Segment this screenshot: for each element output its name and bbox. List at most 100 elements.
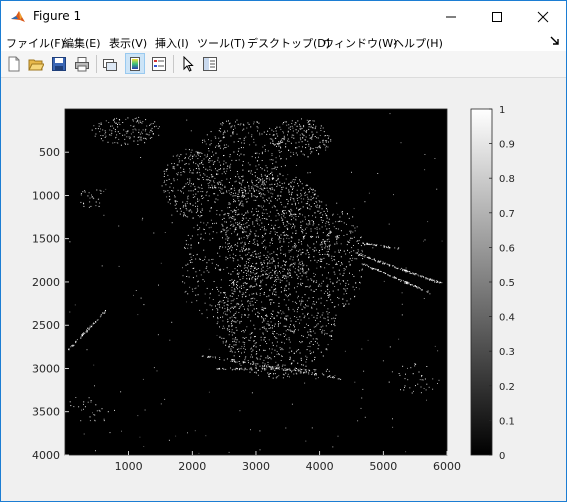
open-file-button[interactable] bbox=[26, 53, 46, 74]
edge-pixel bbox=[262, 197, 264, 199]
menu-tools[interactable]: ツール(T) bbox=[197, 35, 245, 51]
edge-pixel bbox=[238, 272, 240, 274]
link-plot-button[interactable] bbox=[100, 53, 120, 74]
edge-pixel bbox=[293, 262, 295, 264]
edge-pixel bbox=[243, 142, 245, 144]
edge-pixel bbox=[192, 194, 194, 196]
edge-pixel bbox=[243, 369, 245, 371]
colorbar-tick-label: 1 bbox=[499, 105, 505, 116]
edge-pixel bbox=[291, 123, 293, 124]
edge-pixel bbox=[177, 189, 179, 191]
menu-window[interactable]: ウィンドウ(W) bbox=[323, 35, 397, 51]
edge-pixel bbox=[253, 239, 255, 241]
edge-pixel bbox=[240, 367, 242, 369]
edge-pixel bbox=[165, 169, 167, 170]
save-button[interactable] bbox=[49, 53, 69, 74]
edge-pixel bbox=[290, 240, 292, 242]
edge-pixel bbox=[187, 247, 189, 249]
edge-pixel bbox=[288, 223, 290, 225]
edge-pixel bbox=[227, 307, 228, 309]
menu-view[interactable]: 表示(V) bbox=[109, 35, 147, 51]
edge-pixel bbox=[290, 186, 292, 188]
edge-pixel bbox=[257, 223, 259, 225]
edge-pixel bbox=[256, 220, 258, 222]
menu-file[interactable]: ファイル(F) bbox=[6, 35, 65, 51]
edge-pixel bbox=[228, 203, 230, 205]
edge-pixel bbox=[218, 304, 220, 306]
property-inspector-button[interactable] bbox=[200, 53, 220, 74]
edge-pixel bbox=[221, 210, 223, 212]
edge-pixel bbox=[336, 237, 338, 239]
edge-pixel bbox=[232, 341, 234, 343]
edge-pixel bbox=[328, 254, 330, 256]
edge-pixel bbox=[91, 129, 93, 131]
figure-canvas: 1000 2000 3000 4000 5000 6000 500 1000 1500 2000… bbox=[1, 78, 566, 501]
edge-pixel bbox=[283, 369, 285, 371]
edge-pixel bbox=[177, 154, 179, 156]
edge-pixel bbox=[250, 429, 251, 431]
edge-pixel bbox=[288, 242, 290, 244]
edge-pixel bbox=[307, 140, 309, 142]
edge-pixel bbox=[244, 337, 246, 339]
dock-figure-icon[interactable] bbox=[550, 36, 560, 46]
colorbar[interactable] bbox=[470, 108, 493, 456]
edge-pixel bbox=[376, 244, 378, 246]
edge-pixel bbox=[352, 231, 354, 233]
edge-pixel bbox=[189, 182, 191, 184]
edge-pixel bbox=[184, 246, 186, 248]
edge-pixel bbox=[241, 352, 242, 354]
title-bar[interactable]: Figure 1 bbox=[1, 1, 566, 33]
edge-pixel bbox=[313, 281, 314, 283]
edge-pixel bbox=[233, 288, 235, 290]
edge-pixel bbox=[337, 277, 338, 279]
print-button[interactable] bbox=[72, 53, 92, 74]
edge-pixel bbox=[180, 210, 182, 212]
edge-pixel bbox=[263, 326, 265, 328]
edge-pixel bbox=[223, 368, 225, 370]
colorbar-tick-label: 0.8 bbox=[499, 174, 515, 185]
edge-pixel bbox=[262, 193, 264, 195]
edge-pixel bbox=[209, 160, 211, 162]
new-figure-button[interactable] bbox=[4, 53, 24, 74]
edge-pixel bbox=[280, 195, 282, 197]
menu-desktop[interactable]: デスクトップ(D) bbox=[247, 35, 330, 51]
edge-pixel bbox=[300, 278, 302, 280]
edge-pixel bbox=[292, 152, 294, 154]
edge-pixel bbox=[295, 370, 297, 372]
edge-pixel bbox=[247, 269, 249, 271]
menu-insert[interactable]: 挿入(I) bbox=[155, 35, 189, 51]
edge-pixel bbox=[367, 265, 369, 267]
edge-pixel bbox=[358, 288, 360, 290]
edge-pixel bbox=[222, 316, 224, 318]
image-axes[interactable] bbox=[64, 108, 448, 456]
edge-pixel bbox=[287, 229, 288, 230]
edit-plot-button[interactable] bbox=[178, 53, 198, 74]
insert-colorbar-button[interactable] bbox=[125, 53, 145, 74]
edge-pixel bbox=[201, 208, 203, 210]
close-button[interactable] bbox=[520, 1, 566, 32]
edge-pixel bbox=[426, 277, 427, 279]
edge-pixel bbox=[208, 159, 209, 161]
edge-pixel bbox=[285, 334, 287, 336]
edge-pixel bbox=[356, 226, 358, 228]
edge-pixel bbox=[439, 282, 441, 284]
edge-pixel bbox=[324, 135, 326, 137]
maximize-button[interactable] bbox=[474, 1, 520, 32]
edge-pixel bbox=[336, 281, 338, 283]
edge-pixel bbox=[197, 205, 199, 207]
menu-edit[interactable]: 編集(E) bbox=[63, 35, 101, 51]
edge-pixel bbox=[250, 356, 252, 358]
menu-help[interactable]: ヘルプ(H) bbox=[393, 35, 443, 51]
minimize-button[interactable] bbox=[428, 1, 474, 32]
edge-pixel bbox=[315, 326, 317, 328]
edge-pixel bbox=[276, 143, 278, 145]
edge-pixel bbox=[350, 298, 352, 300]
edge-pixel bbox=[269, 242, 271, 244]
edge-pixel bbox=[242, 330, 244, 331]
edge-pixel bbox=[267, 276, 269, 278]
edge-pixel bbox=[304, 192, 306, 194]
edge-pixel bbox=[284, 265, 286, 266]
edge-pixel bbox=[399, 268, 401, 270]
insert-legend-button[interactable] bbox=[149, 53, 169, 74]
edge-pixel bbox=[263, 274, 264, 276]
